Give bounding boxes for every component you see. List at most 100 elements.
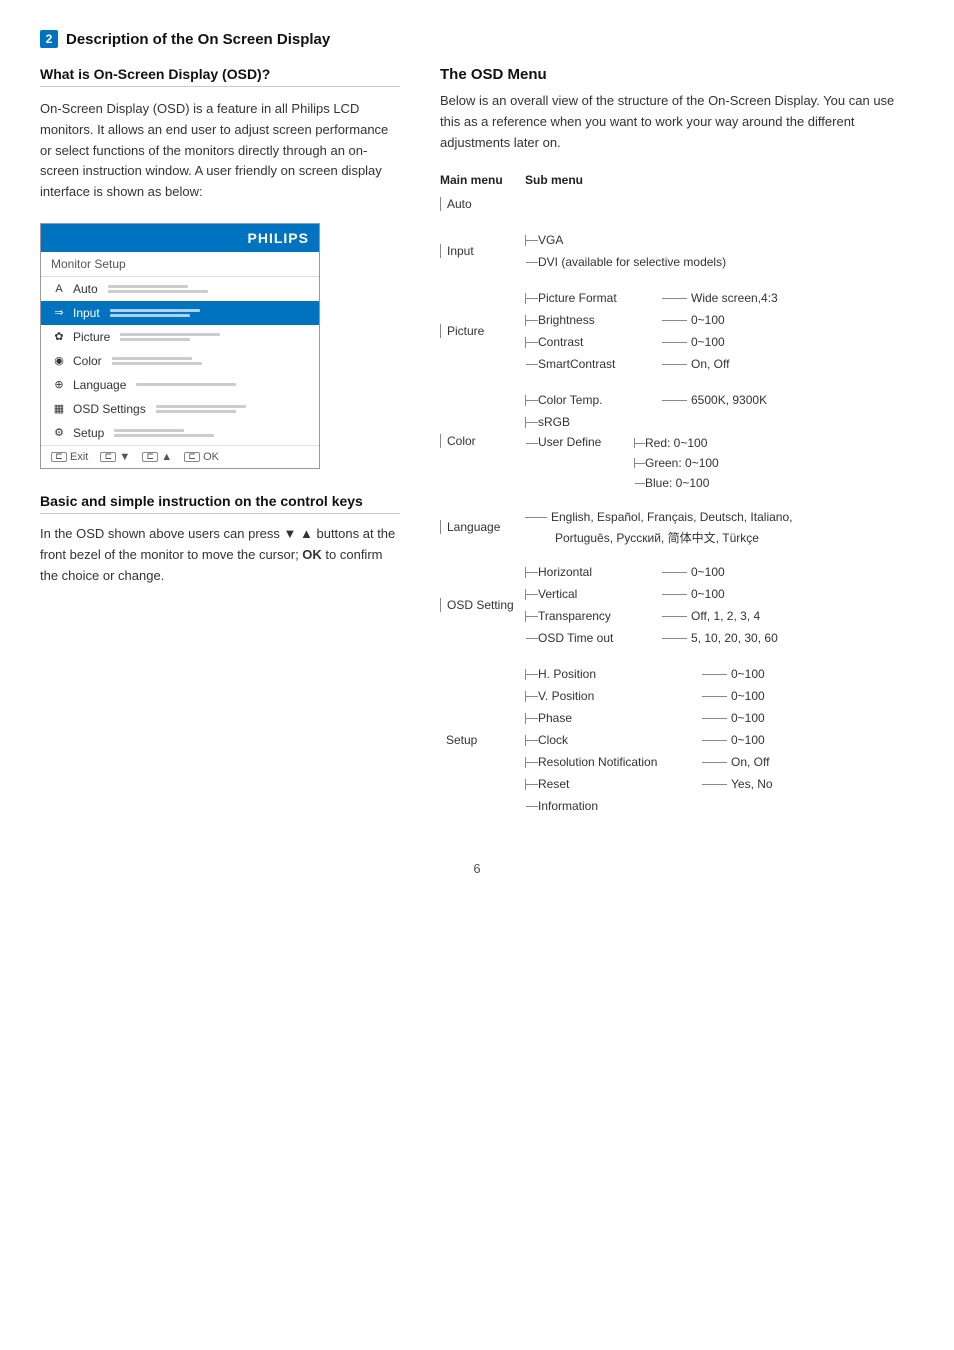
resnotif-values: On, Off	[731, 755, 769, 769]
bar7	[112, 357, 192, 360]
vposition-label: V. Position	[538, 689, 698, 703]
language-line1-row: English, Español, Français, Deutsch, Ita…	[525, 507, 792, 527]
color-label: Color	[440, 434, 476, 448]
ok-label: OK	[203, 451, 219, 463]
osdtimeout-row: OSD Time out 5, 10, 20, 30, 60	[525, 627, 778, 649]
footer-up[interactable]: ⊏ ▲	[142, 451, 172, 463]
bar2	[108, 290, 208, 293]
red-row: Red: 0~100	[634, 433, 719, 453]
hposition-row: H. Position 0~100	[525, 663, 773, 685]
blue-row: Blue: 0~100	[634, 473, 719, 493]
reset-label: Reset	[538, 777, 698, 791]
vposition-values: 0~100	[731, 689, 765, 703]
osd-label-auto: Auto	[73, 282, 98, 296]
tree-language-row: Language English, Español, Français, Deu…	[440, 507, 914, 547]
ok-btn-icon: ⊏	[184, 452, 200, 462]
green-row: Green: 0~100	[634, 453, 719, 473]
setup-subs: H. Position 0~100 V. Position 0~100	[525, 663, 773, 817]
osd-item-setup[interactable]: ⚙ Setup	[41, 421, 319, 445]
osd-label-picture: Picture	[73, 330, 110, 344]
tree-picture-section: Picture Picture Format Wide screen,4:3	[440, 287, 914, 375]
footer-exit[interactable]: ⊏ Exit	[51, 451, 88, 463]
information-row: Information	[525, 795, 773, 817]
down-label: ▼	[119, 451, 130, 463]
colortemp-values: 6500K, 9300K	[691, 393, 767, 407]
tree-main-language: Language	[440, 520, 525, 534]
vertical-label: Vertical	[538, 587, 658, 601]
section-title: Description of the On Screen Display	[66, 31, 330, 48]
osd-label-osd-settings: OSD Settings	[73, 402, 146, 416]
osd-label-setup: Setup	[73, 426, 104, 440]
red-label: Red: 0~100	[645, 436, 707, 450]
contrast-label: Contrast	[538, 335, 658, 349]
subsection1-heading: What is On-Screen Display (OSD)?	[40, 66, 400, 87]
up-btn-icon: ⊏	[142, 452, 158, 462]
brightness-values: 0~100	[691, 313, 725, 327]
bar1	[108, 285, 188, 288]
bar11	[156, 410, 236, 413]
transparency-row: Transparency Off, 1, 2, 3, 4	[525, 605, 778, 627]
resnotif-row: Resolution Notification On, Off	[525, 751, 773, 773]
footer-down[interactable]: ⊏ ▼	[100, 451, 130, 463]
contrast-values: 0~100	[691, 335, 725, 349]
tree-sub-language: English, Español, Français, Deutsch, Ita…	[525, 507, 914, 547]
clock-values: 0~100	[731, 733, 765, 747]
page-container: 2 Description of the On Screen Display W…	[40, 30, 914, 876]
language-line2-row: Português, Русский, 简体中文, Türkçe	[525, 527, 792, 547]
vertical-values: 0~100	[691, 587, 725, 601]
tree-color-section: Color Color Temp. 6500K, 9300K	[440, 389, 914, 493]
srgb-label: sRGB	[538, 415, 658, 429]
colortemp-row: Color Temp. 6500K, 9300K	[525, 389, 767, 411]
osd-item-picture[interactable]: ✿ Picture	[41, 325, 319, 349]
tree-sub-input-container: VGA DVI (available for selective models)	[525, 229, 914, 273]
tree-header: Main menu Sub menu	[440, 173, 914, 187]
tree-main-picture: Picture	[440, 324, 525, 338]
osd-bars-language	[136, 383, 309, 386]
blue-label: Blue: 0~100	[645, 476, 709, 490]
osd-item-language[interactable]: ⊕ Language	[41, 373, 319, 397]
horizontal-label: Horizontal	[538, 565, 658, 579]
osd-label-color: Color	[73, 354, 102, 368]
footer-ok[interactable]: ⊏ OK	[184, 451, 219, 463]
tree-diagram: Auto Input	[440, 193, 914, 817]
tree-osdsetting-section: OSD Setting Horizontal 0~100	[440, 561, 914, 649]
tree-sub-osdsetting: Horizontal 0~100 Vertical 0~100	[525, 561, 914, 649]
setup-label: Setup	[440, 733, 477, 747]
bar9	[136, 383, 236, 386]
reset-row: Reset Yes, No	[525, 773, 773, 795]
input-vga-row: VGA	[525, 229, 726, 251]
userdefine-nested: Red: 0~100 Green: 0~100	[634, 433, 719, 493]
hposition-label: H. Position	[538, 667, 698, 681]
phase-label: Phase	[538, 711, 698, 725]
ok-text: OK	[302, 547, 322, 562]
phase-row: Phase 0~100	[525, 707, 773, 729]
phase-values: 0~100	[731, 711, 765, 725]
osd-item-input[interactable]: ⇒ Input	[41, 301, 319, 325]
osd-item-osd-settings[interactable]: ▦ OSD Settings	[41, 397, 319, 421]
smartcontrast-values: On, Off	[691, 357, 729, 371]
green-label: Green: 0~100	[645, 456, 719, 470]
tree-picture-row: Picture Picture Format Wide screen,4:3	[440, 287, 914, 375]
picture-subs: Picture Format Wide screen,4:3 Brightnes…	[525, 287, 778, 375]
osd-bars-setup	[114, 429, 309, 437]
tree-color-row: Color Color Temp. 6500K, 9300K	[440, 389, 914, 493]
osdsetting-label: OSD Setting	[440, 598, 514, 612]
osd-item-auto[interactable]: A Auto	[41, 277, 319, 301]
osd-item-color[interactable]: ◉ Color	[41, 349, 319, 373]
osdtimeout-values: 5, 10, 20, 30, 60	[691, 631, 778, 645]
osd-mockup: PHILIPS Monitor Setup A Auto ⇒ Input	[40, 223, 320, 469]
bar13	[114, 434, 214, 437]
userdefine-label: User Define	[538, 435, 628, 449]
color-icon: ◉	[51, 353, 67, 369]
osd-bars-auto	[108, 285, 309, 293]
arrows-text: ▼ ▲	[284, 526, 313, 541]
osd-settings-icon: ▦	[51, 401, 67, 417]
input-label: Input	[440, 244, 474, 258]
tree-input-section: Input VGA	[440, 229, 914, 273]
clock-label: Clock	[538, 733, 698, 747]
bar8	[112, 362, 202, 365]
exit-btn-icon: ⊏	[51, 452, 67, 462]
resnotif-label: Resolution Notification	[538, 755, 698, 769]
language-values-line2: Português, Русский, 简体中文, Türkçe	[555, 529, 759, 546]
left-column: What is On-Screen Display (OSD)? On-Scre…	[40, 66, 400, 831]
